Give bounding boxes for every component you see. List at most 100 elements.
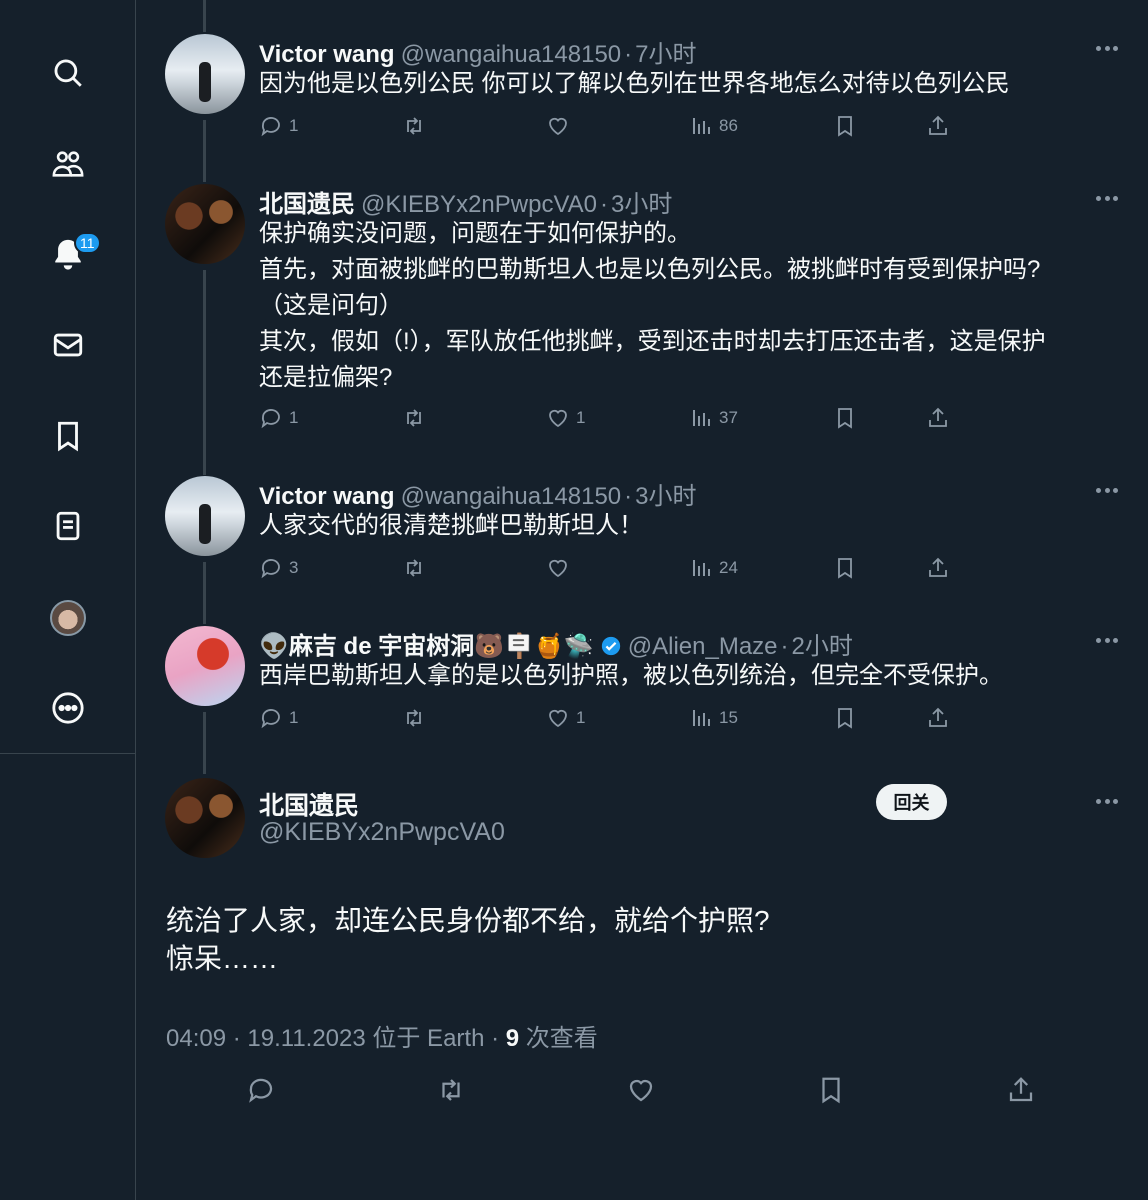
views-button[interactable]: 24 xyxy=(689,556,738,580)
views-button[interactable]: 37 xyxy=(689,406,738,430)
share-button[interactable] xyxy=(926,114,950,138)
views-chart-icon xyxy=(693,410,710,426)
reply-count: 3 xyxy=(289,558,299,577)
mail-icon xyxy=(53,333,83,357)
bookmark-icon xyxy=(838,558,852,579)
reply-button[interactable]: 1 xyxy=(259,706,298,730)
thread-line xyxy=(203,270,206,475)
view-count: 9 xyxy=(505,1025,520,1052)
tweet-actions: 1 1 15 xyxy=(259,706,959,736)
author-handle[interactable]: @wangaihua148150 xyxy=(401,41,622,69)
reply-button[interactable]: 1 xyxy=(259,406,298,430)
tweet-text-line: 首先，对面被挑衅的巴勒斯坦人也是以色列公民。被挑衅时有受到保护吗? xyxy=(259,256,1041,283)
author-handle[interactable]: @KIEBYx2nPwpcVA0 xyxy=(361,191,597,219)
bookmark-icon xyxy=(58,421,78,452)
retweet-icon xyxy=(407,559,421,577)
more-options-button[interactable] xyxy=(1096,488,1118,494)
heart-icon xyxy=(629,1079,653,1102)
nav-more[interactable] xyxy=(44,684,92,732)
retweet-button[interactable] xyxy=(402,706,426,730)
tweet-time[interactable]: 2小时 xyxy=(792,626,853,661)
share-button[interactable] xyxy=(926,556,950,580)
follow-back-button[interactable]: 回关 xyxy=(876,784,947,820)
nav-bookmarks[interactable] xyxy=(44,412,92,460)
nav-communities[interactable] xyxy=(44,140,92,188)
share-button[interactable] xyxy=(926,706,950,730)
author-handle[interactable]: @wangaihua148150 xyxy=(401,483,622,511)
reply-button[interactable] xyxy=(246,1075,276,1105)
bookmark-icon xyxy=(822,1077,840,1104)
share-icon xyxy=(1009,1077,1033,1102)
tweet-text: 统治了人家，却连公民身份都不给，就给个护照? 惊呆…… xyxy=(166,902,770,978)
avatar[interactable] xyxy=(165,184,245,264)
search-icon xyxy=(54,59,82,87)
lists-icon xyxy=(56,511,80,541)
tweet-text-line: 因为他是以色列公民 你可以了解以色列在世界各地怎么对待以色列公民 xyxy=(259,70,1010,97)
nav-messages[interactable] xyxy=(44,321,92,369)
like-button[interactable]: 1 xyxy=(546,406,585,430)
tweet-text-line: （这是问句） xyxy=(259,292,403,319)
reply-icon xyxy=(249,1078,273,1103)
like-button[interactable] xyxy=(546,556,570,580)
views-button[interactable]: 15 xyxy=(689,706,738,730)
separator: · xyxy=(624,41,633,68)
bookmark-button[interactable] xyxy=(833,556,857,580)
avatar[interactable] xyxy=(165,626,245,706)
tweet-time[interactable]: 3小时 xyxy=(635,476,696,511)
tweet-time[interactable]: 3小时 xyxy=(611,184,672,219)
share-button[interactable] xyxy=(1006,1075,1036,1105)
retweet-button[interactable] xyxy=(402,406,426,430)
author-name[interactable]: Victor wang xyxy=(259,483,395,511)
tweet-actions: 3 24 xyxy=(259,556,959,586)
heart-icon xyxy=(549,409,567,428)
thread-line xyxy=(203,562,206,624)
tweet-text-line: 其次，假如（!），军队放任他挑衅，受到还击时却去打压还击者，这是保护 xyxy=(259,328,1046,355)
nav-lists[interactable] xyxy=(44,502,92,550)
reply-button[interactable]: 3 xyxy=(259,556,298,580)
nav-profile[interactable] xyxy=(44,594,92,642)
tweet-text-line: 人家交代的很清楚挑衅巴勒斯坦人！ xyxy=(259,512,643,539)
notifications-badge: 11 xyxy=(74,232,101,254)
author-handle[interactable]: @Alien_Maze xyxy=(628,633,778,661)
reply-button[interactable]: 1 xyxy=(259,114,298,138)
retweet-button[interactable] xyxy=(402,556,426,580)
bookmark-button[interactable] xyxy=(833,114,857,138)
more-options-button[interactable] xyxy=(1096,196,1118,202)
retweet-button[interactable] xyxy=(436,1075,466,1105)
bookmark-icon xyxy=(838,408,852,429)
more-options-button[interactable] xyxy=(1096,799,1118,805)
bookmark-button[interactable] xyxy=(833,706,857,730)
views-chart-icon xyxy=(693,710,710,726)
author-name[interactable]: 北国遗民 xyxy=(259,786,359,822)
avatar[interactable] xyxy=(165,34,245,114)
author-name[interactable]: Victor wang xyxy=(259,41,395,69)
reply-icon xyxy=(261,409,280,429)
tweet-meta: 04:09 · 19.11.2023 位于 Earth · 9 次查看 xyxy=(166,1018,598,1053)
like-button[interactable] xyxy=(626,1075,656,1105)
author-name[interactable]: 👽麻吉 de 宇宙树洞🐻🪧🍯🛸 xyxy=(259,626,594,661)
retweet-button[interactable] xyxy=(402,114,426,138)
bookmark-icon xyxy=(838,708,852,729)
tweet-time[interactable]: 7小时 xyxy=(635,34,696,69)
author-name[interactable]: 北国遗民 xyxy=(259,184,355,219)
bookmark-button[interactable] xyxy=(833,406,857,430)
tweet-text: 保护确实没问题，问题在于如何保护的。 首先，对面被挑衅的巴勒斯坦人也是以色列公民… xyxy=(259,216,1119,396)
share-button[interactable] xyxy=(926,406,950,430)
tweet-actions: 1 1 37 xyxy=(259,406,959,436)
nav-search[interactable] xyxy=(44,49,92,97)
author-handle[interactable]: @KIEBYx2nPwpcVA0 xyxy=(259,818,505,847)
share-icon xyxy=(929,557,947,577)
more-options-button[interactable] xyxy=(1096,638,1118,644)
more-options-button[interactable] xyxy=(1096,46,1118,52)
views-button[interactable]: 86 xyxy=(689,114,738,138)
bookmark-button[interactable] xyxy=(816,1075,846,1105)
like-button[interactable]: 1 xyxy=(546,706,585,730)
avatar[interactable] xyxy=(165,476,245,556)
views-count: 24 xyxy=(719,558,738,577)
tweet-text-line: 还是拉偏架? xyxy=(259,364,393,391)
tweet-timestamp[interactable]: 04:09 · 19.11.2023 位于 Earth · xyxy=(166,1025,506,1052)
like-button[interactable] xyxy=(546,114,570,138)
views-count: 15 xyxy=(719,708,738,727)
avatar[interactable] xyxy=(165,778,245,858)
nav-notifications[interactable]: 11 xyxy=(44,230,101,278)
